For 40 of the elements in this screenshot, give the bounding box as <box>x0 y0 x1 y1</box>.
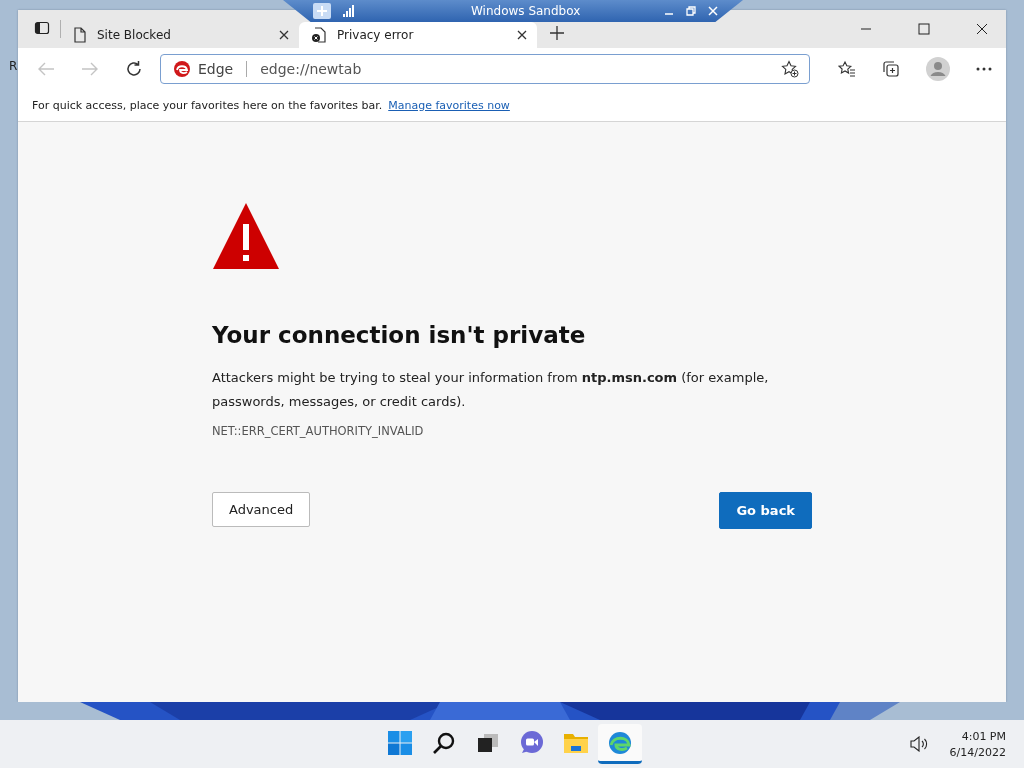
more-icon[interactable] <box>976 67 992 71</box>
windows-logo-icon <box>388 730 412 755</box>
error-code: NET::ERR_CERT_AUTHORITY_INVALID <box>212 424 425 438</box>
url-text: edge://newtab <box>260 61 362 77</box>
sandbox-title: Windows Sandbox <box>471 4 581 18</box>
go-back-button[interactable]: Go back <box>719 492 812 529</box>
signal-icon <box>343 5 355 17</box>
clock-time: 4:01 PM <box>961 729 1006 743</box>
close-tab-icon[interactable] <box>279 30 289 40</box>
clock-date: 6/14/2022 <box>949 745 1006 759</box>
collections-icon[interactable] <box>882 60 900 78</box>
edge-browser-icon <box>608 730 632 755</box>
chat-icon <box>520 730 544 755</box>
warning-icon <box>212 202 280 270</box>
site-label: Edge <box>198 61 234 77</box>
maximize-icon[interactable] <box>918 23 930 35</box>
desktop-text: R <box>9 59 18 73</box>
page-icon <box>73 27 87 43</box>
sandbox-icon <box>313 3 331 19</box>
browser-tab[interactable]: Site Blocked <box>61 22 299 48</box>
refresh-icon[interactable] <box>125 60 143 78</box>
close-icon[interactable] <box>976 23 988 35</box>
tab-actions-icon[interactable] <box>34 20 50 36</box>
error-title: Your connection isn't private <box>212 322 587 348</box>
profile-avatar-icon[interactable] <box>926 57 950 81</box>
manage-favorites-link[interactable]: Manage favorites now <box>388 99 510 112</box>
favorites-bar-message: For quick access, place your favorites here on the favorites bar. <box>32 99 383 112</box>
browser-tab[interactable]: Privacy error <box>299 22 537 48</box>
close-tab-icon[interactable] <box>517 30 527 40</box>
restore-icon[interactable] <box>686 6 697 16</box>
page-error-icon <box>311 27 327 43</box>
advanced-button[interactable]: Advanced <box>212 492 311 527</box>
new-tab-icon[interactable] <box>549 25 565 41</box>
volume-icon[interactable] <box>909 736 928 752</box>
search-icon <box>432 730 456 755</box>
address-field[interactable]: Edge edge://newtab <box>160 54 810 84</box>
error-message: Attackers might be trying to steal your information from ntp.msn.com (for example, passwords, messages, or credit cards). <box>212 369 770 411</box>
add-favorite-icon[interactable] <box>781 60 799 78</box>
edge-logo-icon <box>173 60 191 78</box>
favorites-icon[interactable] <box>838 60 856 78</box>
